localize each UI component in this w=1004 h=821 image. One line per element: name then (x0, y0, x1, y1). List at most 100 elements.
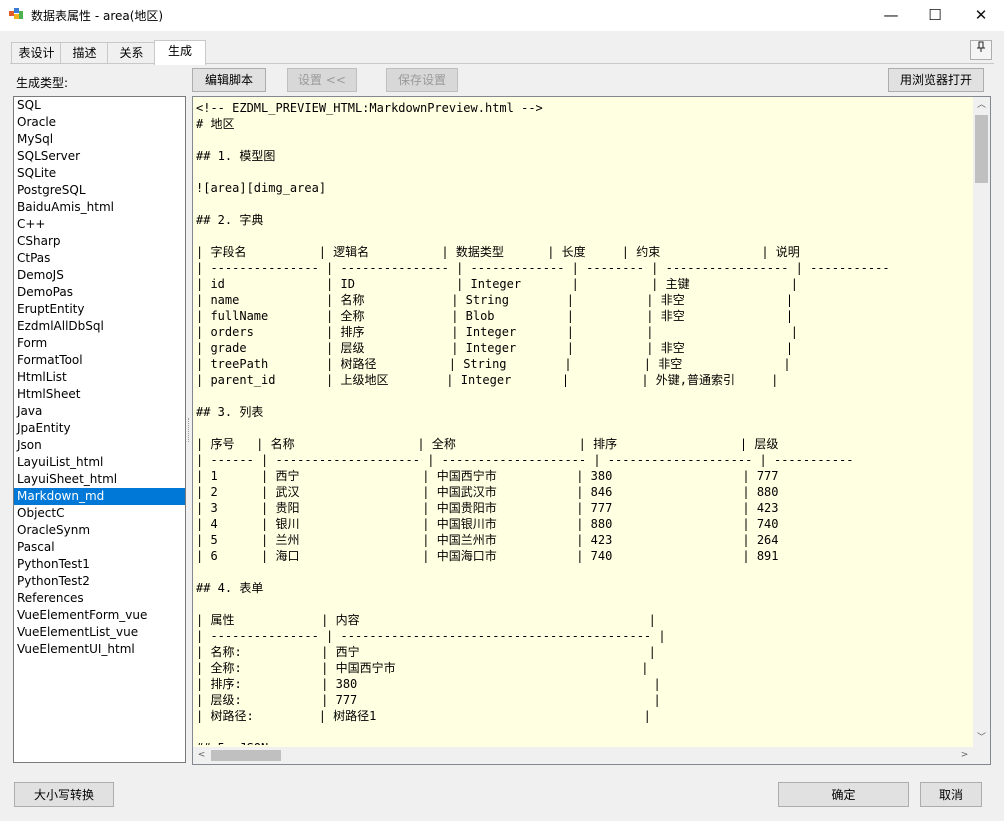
preview-line: | 字段名 | 逻辑名 | 数据类型 | 长度 | 约束 | 说明 (196, 245, 800, 259)
close-button[interactable]: ✕ (958, 0, 1004, 31)
ok-button[interactable]: 确定 (778, 782, 909, 807)
type-list-item[interactable]: LayuiSheet_html (14, 471, 185, 488)
type-list-item[interactable]: OracleSynm (14, 522, 185, 539)
window-title: 数据表属性 - area(地区) (31, 9, 164, 23)
type-list-item[interactable]: PythonTest2 (14, 573, 185, 590)
vertical-scroll-thumb[interactable] (975, 115, 988, 183)
scroll-left-icon[interactable]: < (193, 747, 210, 764)
horizontal-scrollbar[interactable]: < > (193, 747, 973, 764)
preview-line (196, 420, 971, 436)
preview-line: | 4 | 银川 | 中国银川市 | 880 | 740 (196, 517, 779, 531)
preview-text[interactable]: <!-- EZDML_PREVIEW_HTML:MarkdownPreview.… (196, 100, 971, 745)
preview-line: | orders | 排序 | Integer | | | (196, 325, 798, 339)
type-list-item[interactable]: SQLServer (14, 148, 185, 165)
preview-line: | id | ID | Integer | | 主键 | (196, 277, 798, 291)
preview-line: | 层级: | 777 | (196, 693, 661, 707)
type-list-item[interactable]: VueElementForm_vue (14, 607, 185, 624)
horizontal-scroll-thumb[interactable] (211, 750, 281, 761)
preview-line (196, 196, 971, 212)
type-list-item[interactable]: LayuiList_html (14, 454, 185, 471)
maximize-button[interactable]: ☐ (912, 0, 958, 31)
type-list-item[interactable]: Pascal (14, 539, 185, 556)
preview-line: | 排序: | 380 | (196, 677, 661, 691)
preview-line (196, 596, 971, 612)
tab-strip: 表设计 描述 关系 生成 (10, 40, 994, 65)
preview-line: | 序号 | 名称 | 全称 | 排序 | 层级 (196, 437, 779, 451)
type-list-item[interactable]: Json (14, 437, 185, 454)
tab-relations[interactable]: 关系 (107, 42, 156, 64)
preview-line: ## 2. 字典 (196, 213, 264, 227)
type-list-item[interactable]: PostgreSQL (14, 182, 185, 199)
type-list-item[interactable]: ObjectC (14, 505, 185, 522)
type-list-item[interactable]: VueElementList_vue (14, 624, 185, 641)
type-list-item[interactable]: References (14, 590, 185, 607)
scroll-down-icon[interactable]: ﹀ (973, 730, 990, 747)
preview-line: | ------ | -------------------- | ------… (196, 453, 854, 467)
scroll-right-icon[interactable]: > (956, 747, 973, 764)
type-list-item[interactable]: SQL (14, 97, 185, 114)
type-list-item[interactable]: EruptEntity (14, 301, 185, 318)
type-list-item[interactable]: DemoJS (14, 267, 185, 284)
preview-line: ## 5. JSON (196, 740, 971, 745)
type-list-item[interactable]: CtPas (14, 250, 185, 267)
tab-generate[interactable]: 生成 (154, 40, 206, 65)
type-list-item[interactable]: PythonTest1 (14, 556, 185, 573)
type-list-item[interactable]: BaiduAmis_html (14, 199, 185, 216)
type-list-item[interactable]: HtmlList (14, 369, 185, 386)
scroll-up-icon[interactable]: ︿ (973, 97, 990, 114)
pin-icon[interactable] (970, 40, 992, 60)
preview-line: | 6 | 海口 | 中国海口市 | 740 | 891 (196, 549, 779, 563)
generate-type-list[interactable]: SQL Oracle MySql SQLServer SQLite PostgreSQL B… (13, 96, 186, 763)
type-list-item[interactable]: Form (14, 335, 185, 352)
scrollbar-corner (973, 747, 990, 764)
preview-line (196, 724, 971, 740)
splitter-handle[interactable] (188, 418, 191, 442)
preview-line (196, 132, 971, 148)
preview-line (196, 388, 971, 404)
preview-line: | 树路径: | 树路径1 | (196, 709, 651, 723)
preview-line: | 1 | 西宁 | 中国西宁市 | 380 | 777 (196, 469, 779, 483)
minimize-button[interactable]: — (868, 0, 914, 31)
tab-table-design[interactable]: 表设计 (11, 42, 62, 64)
type-list-item[interactable]: JpaEntity (14, 420, 185, 437)
type-list-item[interactable]: EzdmlAllDbSql (14, 318, 185, 335)
preview-line: ## 3. 列表 (196, 405, 264, 419)
save-settings-button[interactable]: 保存设置 (386, 68, 458, 92)
type-list-item[interactable]: HtmlSheet (14, 386, 185, 403)
preview-line: | grade | 层级 | Integer | | 非空 | (196, 341, 794, 355)
type-list-item[interactable]: DemoPas (14, 284, 185, 301)
vertical-scrollbar[interactable]: ︿ ﹀ (973, 97, 990, 747)
preview-line: | --------------- | --------------- | --… (196, 261, 890, 275)
type-list-item[interactable]: VueElementUI_html (14, 641, 185, 658)
preview-line: ![area][dimg_area] (196, 181, 327, 195)
open-in-browser-button[interactable]: 用浏览器打开 (888, 68, 984, 92)
type-list-item[interactable]: Oracle (14, 114, 185, 131)
tab-description[interactable]: 描述 (60, 42, 109, 64)
preview-line: | 名称: | 西宁 | (196, 645, 656, 659)
case-convert-button[interactable]: 大小写转换 (14, 782, 114, 807)
type-list-item[interactable]: Markdown_md (14, 488, 185, 505)
preview-line (196, 564, 971, 580)
type-list-item[interactable]: Java (14, 403, 185, 420)
preview-line: | treePath | 树路径 | String | | 非空 | (196, 357, 791, 371)
preview-line: | 属性 | 内容 | (196, 613, 656, 627)
cancel-button[interactable]: 取消 (920, 782, 982, 807)
edit-script-button[interactable]: 编辑脚本 (192, 68, 266, 92)
type-list-item[interactable]: FormatTool (14, 352, 185, 369)
type-list-item[interactable]: SQLite (14, 165, 185, 182)
preview-line: | --------------- | --------------------… (196, 629, 666, 643)
type-list-item[interactable]: CSharp (14, 233, 185, 250)
preview-editor[interactable]: <!-- EZDML_PREVIEW_HTML:MarkdownPreview.… (192, 96, 991, 765)
preview-line: | fullName | 全称 | Blob | | 非空 | (196, 309, 794, 323)
preview-line (196, 164, 971, 180)
preview-line (196, 228, 971, 244)
preview-line: | 全称: | 中国西宁市 | (196, 661, 649, 675)
preview-line: | 3 | 贵阳 | 中国贵阳市 | 777 | 423 (196, 501, 779, 515)
preview-line: ## 1. 模型图 (196, 149, 276, 163)
type-list-item[interactable]: C++ (14, 216, 185, 233)
app-icon (9, 8, 23, 19)
settings-toggle-button[interactable]: 设置 << (287, 68, 357, 92)
type-list-item[interactable]: MySql (14, 131, 185, 148)
preview-line: ## 4. 表单 (196, 581, 264, 595)
preview-line: | parent_id | 上级地区 | Integer | | 外键,普通索引… (196, 373, 779, 387)
